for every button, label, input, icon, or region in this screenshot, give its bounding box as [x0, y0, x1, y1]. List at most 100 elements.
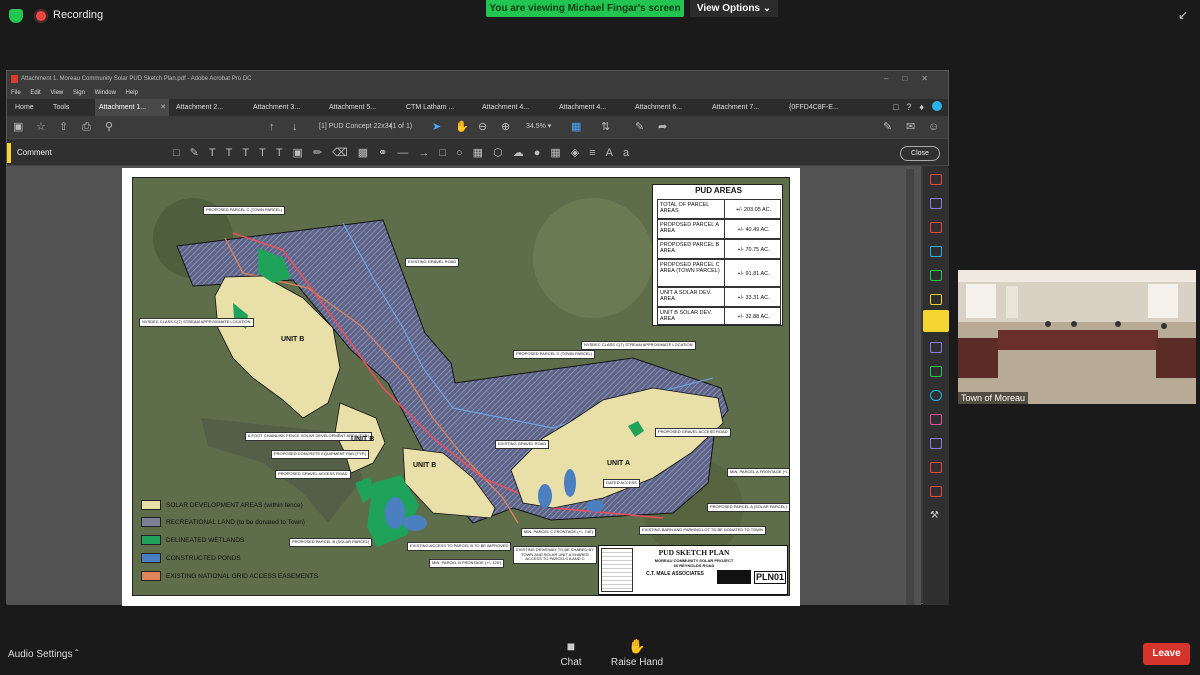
save-icon[interactable]: ▣ [13, 116, 23, 138]
hand-icon: ✋ [628, 638, 646, 654]
page-up-icon[interactable]: ↑ [269, 116, 275, 138]
tab-document[interactable]: Attachment 1... ✕ [95, 99, 169, 116]
zoom-in-icon[interactable]: ⊕ [501, 116, 510, 138]
title-block: PUD SKETCH PLAN MOREAU COMMUNITY SOLAR P… [598, 545, 788, 595]
menu-window[interactable]: Window [95, 90, 116, 96]
rectangle-icon[interactable]: □ [439, 147, 456, 159]
scan-ocr-icon[interactable] [930, 294, 942, 305]
combine-files-icon[interactable] [930, 198, 942, 209]
measure-icon[interactable]: ▦ [473, 147, 493, 159]
menu-sign[interactable]: Sign [73, 90, 85, 96]
stamp-icon[interactable]: ▩ [358, 147, 378, 159]
attach-icon[interactable]: ⚭ [378, 147, 397, 159]
participant-video[interactable]: Town of Moreau [958, 270, 1196, 404]
tab-document[interactable]: CTM Latham ... [402, 99, 476, 116]
comment-tool-icon[interactable] [923, 310, 949, 332]
font-icon[interactable]: Aa [606, 147, 639, 159]
strikethrough-icon[interactable]: T [226, 147, 243, 159]
menu-view[interactable]: View [50, 90, 63, 96]
arrow-icon[interactable]: → [418, 147, 439, 159]
fill-sign-icon[interactable] [930, 342, 942, 353]
view-options-button[interactable]: View Options ⌄ [690, 0, 778, 17]
line-weight-icon[interactable]: ≡ [589, 147, 605, 159]
close-button[interactable]: Close [900, 146, 940, 161]
request-signature-icon[interactable] [930, 414, 942, 425]
nav-tools[interactable]: Tools [53, 99, 69, 116]
page-label[interactable]: [1] PUD Concept 22x34 [319, 116, 393, 138]
chat-bubble-icon[interactable]: □ [893, 102, 906, 112]
print-icon[interactable]: ⎙ [82, 116, 91, 138]
underline-text-icon[interactable]: T [209, 147, 226, 159]
tab-document[interactable]: Attachment 5... [325, 99, 399, 116]
sign-icon[interactable]: ✎ [635, 116, 644, 138]
text-box-icon[interactable]: ▣ [293, 147, 313, 159]
print-production-icon[interactable] [930, 366, 942, 377]
menu-help[interactable]: Help [126, 90, 138, 96]
tab-document[interactable]: Attachment 6... [631, 99, 705, 116]
share-icon[interactable]: ➦ [658, 116, 667, 138]
eraser-icon[interactable]: ⌫ [332, 147, 358, 159]
pin-icon[interactable]: ● [534, 147, 551, 159]
compress-icon[interactable] [930, 438, 942, 449]
highlight-icon[interactable]: ✎ [190, 147, 209, 159]
pdf-page[interactable]: PROPOSED PARCEL C (TOWN PARCEL) EXISTING… [122, 168, 800, 606]
unit-label: UNIT B [351, 436, 375, 443]
zoom-out-icon[interactable]: ⊖ [478, 116, 487, 138]
window-controls[interactable]: –□✕ [884, 71, 942, 87]
tab-document[interactable]: {0FFD4C8F-E... [785, 99, 859, 116]
tab-document[interactable]: Attachment 2... [172, 99, 246, 116]
oval-icon[interactable]: ○ [456, 147, 473, 159]
chat-button[interactable]: ■ Chat [553, 638, 589, 668]
add-user-icon[interactable]: ☺ [928, 116, 939, 138]
hand-icon[interactable]: ✋ [455, 116, 469, 138]
edit-link-icon[interactable]: ✎ [883, 116, 892, 138]
leave-button[interactable]: Leave [1143, 643, 1190, 665]
mail-icon[interactable]: ✉ [906, 116, 915, 138]
star-icon[interactable]: ☆ [36, 116, 46, 138]
tab-document[interactable]: Attachment 4... [478, 99, 552, 116]
line-icon[interactable]: ― [397, 147, 418, 159]
export-pdf-icon[interactable] [930, 246, 942, 257]
scroll-mode-icon[interactable]: ⇅ [601, 116, 610, 138]
zoom-level[interactable]: 34.5% ▾ [526, 116, 551, 138]
polygon-icon[interactable]: ⬡ [493, 147, 513, 159]
cloud-icon[interactable]: ☁ [513, 147, 534, 159]
insert-text-icon[interactable]: T [259, 147, 276, 159]
customize-tools-icon[interactable]: ⚒ [930, 510, 942, 521]
sticky-note-icon[interactable]: □ [173, 147, 190, 159]
tab-document[interactable]: Attachment 7... [708, 99, 782, 116]
help-icon[interactable]: ? [906, 102, 919, 112]
document-area[interactable]: PROPOSED PARCEL C (TOWN PARCEL) EXISTING… [7, 166, 921, 606]
tab-document[interactable]: Attachment 3... [249, 99, 323, 116]
search-icon[interactable]: ⚲ [105, 116, 113, 138]
fill-color-icon[interactable]: ◈ [571, 147, 589, 159]
close-icon[interactable]: ✕ [160, 99, 166, 116]
create-pdf-icon[interactable] [930, 174, 942, 185]
protect-icon[interactable] [930, 390, 942, 401]
exit-fullscreen-icon[interactable]: ↙ [1176, 8, 1190, 22]
select-cursor-icon[interactable]: ➤ [432, 116, 441, 138]
audio-settings-button[interactable]: Audio Settings ˆ [8, 649, 79, 660]
vertical-scrollbar[interactable] [906, 169, 914, 605]
page-down-icon[interactable]: ↓ [292, 116, 298, 138]
nav-home[interactable]: Home [15, 99, 34, 116]
add-text-icon[interactable]: T [276, 147, 293, 159]
area-name: TOTAL OF PARCEL AREAS [660, 202, 710, 214]
raise-hand-button[interactable]: ✋ Raise Hand [608, 638, 666, 668]
replace-text-icon[interactable]: T [242, 147, 259, 159]
security-shield-icon[interactable] [9, 9, 23, 23]
menu-edit[interactable]: Edit [30, 90, 40, 96]
avatar[interactable] [932, 101, 942, 111]
unit-label: UNIT B [413, 462, 437, 469]
organize-pages-icon[interactable] [930, 222, 942, 233]
upload-icon[interactable]: ⇧ [59, 116, 68, 138]
edit-pdf-icon[interactable] [930, 270, 942, 281]
pencil-icon[interactable]: ✏ [313, 147, 332, 159]
fit-page-icon[interactable]: ▦ [571, 116, 581, 138]
tab-document[interactable]: Attachment 4... [555, 99, 629, 116]
menu-file[interactable]: File [11, 90, 21, 96]
more-tools-icon[interactable] [930, 486, 942, 497]
redact-icon[interactable] [930, 462, 942, 473]
group-icon[interactable]: ▦ [550, 147, 570, 159]
bell-icon[interactable]: ♦ [919, 102, 932, 112]
